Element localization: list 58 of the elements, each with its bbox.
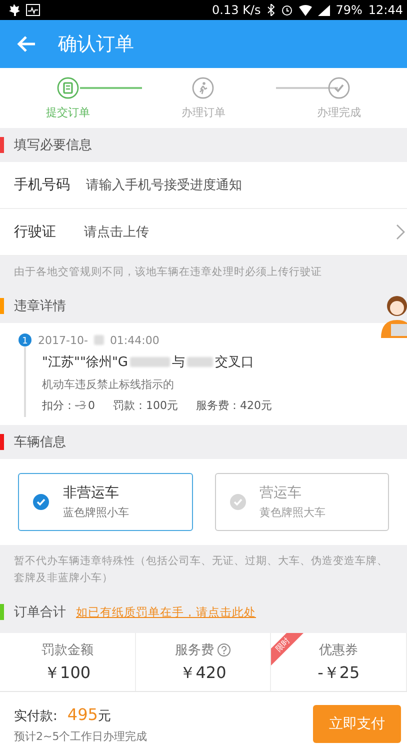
checked-circle-icon <box>33 494 49 510</box>
field-label: 手机号码 <box>14 176 71 194</box>
total-label: 优惠券 <box>319 642 358 658</box>
phone-input-field[interactable]: 请输入手机号接受进度通知 <box>84 176 407 194</box>
total-value: -￥25 <box>318 662 360 684</box>
step-label: 办理完成 <box>317 105 362 120</box>
upload-link[interactable]: 请点击上传 <box>84 223 395 241</box>
battery-level: 79% <box>336 3 362 17</box>
unchecked-circle-icon <box>230 494 246 510</box>
section-title: 订单合计 <box>14 604 66 621</box>
violation-time: 01:44:00 <box>110 334 160 346</box>
location-text: "江苏""徐州"G <box>42 354 128 371</box>
help-icon[interactable] <box>216 642 231 656</box>
points-text: 扣分：-3 0 <box>42 398 95 413</box>
step-connector <box>276 87 338 89</box>
section-title: 填写必要信息 <box>14 137 92 154</box>
leaf-icon <box>8 4 20 16</box>
license-note: 由于各地交管规则不同，该地车辆在违章处理时必须上传行驶证 <box>13 265 323 280</box>
location-text: 交叉口 <box>215 354 254 371</box>
phone-row[interactable]: 手机号码 请输入手机号接受进度通知 <box>0 162 407 209</box>
bluetooth-icon <box>266 4 275 16</box>
step-connector <box>80 87 142 89</box>
section-title: 违章详情 <box>14 298 66 315</box>
check-icon <box>328 77 350 99</box>
vehicle-note: 暂不代办车辆违章特殊性（包括公司车、无证、过期、大车、伪造变造车牌、套牌及非蓝牌小车） <box>13 554 389 586</box>
network-speed: 0.13 K/s <box>212 3 261 17</box>
location-text: 与 <box>172 354 185 371</box>
fine-text: 罚款：100元 <box>112 398 178 413</box>
blurred-text <box>130 357 170 367</box>
blurred-text <box>187 357 213 367</box>
total-label: 罚款金额 <box>41 642 94 658</box>
page-title: 确认订单 <box>58 32 134 57</box>
clock: 12:44 <box>368 3 403 17</box>
back-arrow-icon[interactable] <box>16 35 36 53</box>
estimate-text: 预计2~5个工作日办理完成 <box>14 728 148 744</box>
form-icon <box>56 77 79 99</box>
vehicle-type-option[interactable]: 非营运车 蓝色牌照小车 <box>18 473 192 531</box>
total-value: ￥100 <box>44 662 91 684</box>
total-label: 服务费 <box>174 642 214 658</box>
violation-date: 2017-10- <box>38 334 88 346</box>
step-label: 办理订单 <box>181 105 226 120</box>
number-badge-icon: 1 <box>18 333 32 347</box>
total-value: ￥420 <box>180 662 226 684</box>
blurred-text <box>94 335 104 345</box>
runner-icon <box>192 77 214 99</box>
license-row[interactable]: 行驶证 请点击上传 <box>0 209 407 256</box>
step-label: 提交订单 <box>46 105 90 120</box>
activity-icon <box>26 4 40 16</box>
wifi-icon <box>298 4 312 16</box>
section-title: 车辆信息 <box>14 434 66 451</box>
alarm-icon <box>280 4 293 16</box>
signal-icon <box>318 4 330 16</box>
field-label: 行驶证 <box>14 223 57 241</box>
paid-label: 实付款: <box>14 708 58 724</box>
violation-description: 机动车违反禁止标线指示的 <box>42 377 175 392</box>
paid-amount: 495元 <box>67 704 111 724</box>
chevron-right-icon[interactable] <box>395 224 405 240</box>
service-fee-text: 服务费：420元 <box>196 398 272 413</box>
